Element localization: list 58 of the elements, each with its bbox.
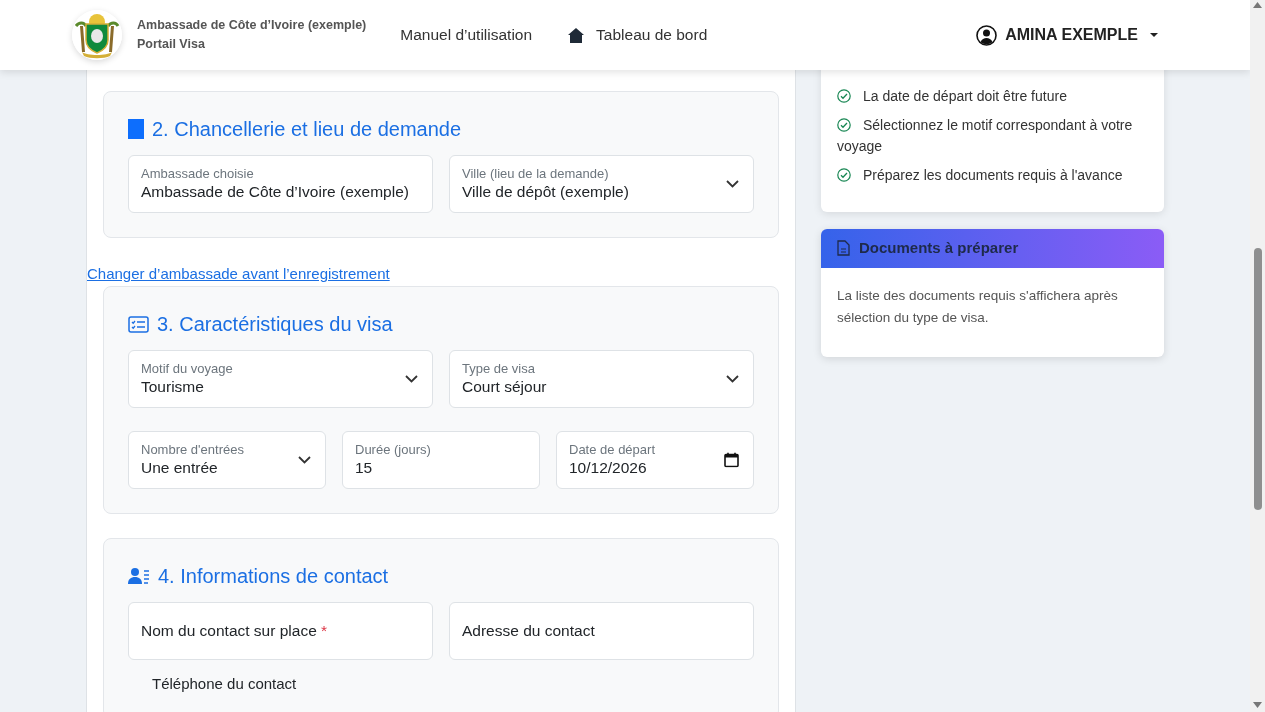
input-field[interactable]: Nom du contact sur place * bbox=[128, 602, 433, 660]
field-value: 15 bbox=[355, 458, 374, 478]
bookmark-icon bbox=[128, 119, 144, 139]
card-text: La liste des documents requis s'affichera après sélection du type de visa. bbox=[836, 286, 1119, 327]
user-avatar-icon bbox=[976, 24, 998, 46]
select-field[interactable]: Ville (lieu de la demande) Ville de dépôt (exemple) bbox=[449, 155, 754, 213]
check-circle-icon bbox=[837, 89, 851, 103]
brand-title[interactable]: Ambassade de Côte d’Ivoire (exemple) bbox=[137, 16, 367, 35]
check-circle-icon bbox=[837, 168, 851, 182]
card-list-icon bbox=[128, 315, 149, 333]
field-label: Durée (jours) bbox=[355, 442, 432, 458]
nav-link[interactable]: Tableau de bord bbox=[568, 23, 708, 47]
field-label: Téléphone du contact bbox=[152, 674, 298, 694]
section-title: 4. Informations de contact bbox=[158, 564, 389, 589]
field-value: Ambassade de Côte d’Ivoire (exemple) bbox=[141, 182, 410, 202]
tip-text: La date de départ doit être future bbox=[837, 86, 1148, 107]
select-field[interactable]: Type de visa Court séjour bbox=[449, 350, 754, 408]
coat-of-arms-drawing bbox=[72, 10, 122, 60]
user-menu[interactable]: AMINA EXEMPLE bbox=[976, 23, 1158, 47]
section-title: 2. Chancellerie et lieu de demande bbox=[152, 117, 462, 142]
date-field[interactable]: Date de départ 10/12/2026 bbox=[556, 431, 754, 489]
field-value: 10/12/2026 bbox=[569, 458, 648, 478]
select-field[interactable]: Nombre d'entrées Une entrée bbox=[128, 431, 326, 489]
scroll-up-icon[interactable] bbox=[1253, 2, 1262, 8]
scrollbar-thumb[interactable] bbox=[1254, 248, 1262, 510]
field-label: Motif du voyage bbox=[141, 361, 234, 377]
input-field[interactable]: Durée (jours) 15 bbox=[342, 431, 540, 489]
calendar-icon[interactable] bbox=[724, 452, 739, 468]
field-label: Nombre d'entrées bbox=[141, 442, 245, 458]
input-field[interactable]: Ambassade choisie Ambassade de Côte d’Ivoire (exemple) bbox=[128, 155, 433, 213]
input-field[interactable]: Adresse du contact bbox=[449, 602, 754, 660]
field-label: Type de visa bbox=[462, 361, 536, 377]
field-label: Date de départ bbox=[569, 442, 656, 458]
section-title: 3. Caractéristiques du visa bbox=[157, 312, 393, 337]
person-list-icon bbox=[128, 567, 150, 585]
field-label: Ville (lieu de la demande) bbox=[462, 166, 610, 182]
tip-text: Sélectionnez le motif correspondant à votre voyage bbox=[837, 116, 1134, 156]
field-label: Nom du contact sur place * bbox=[141, 621, 329, 642]
field-value: Court séjour bbox=[462, 377, 548, 397]
chevron-down-icon bbox=[405, 375, 418, 383]
nav-link[interactable]: Manuel d’utilisation bbox=[400, 23, 533, 47]
field-value: Ville de dépôt (exemple) bbox=[462, 182, 630, 202]
chevron-down-icon bbox=[726, 180, 739, 188]
brand-subtitle: Portail Visa bbox=[137, 36, 206, 53]
card-title: Documents à préparer bbox=[859, 238, 1019, 258]
field-label: Ambassade choisie bbox=[141, 166, 255, 182]
chevron-down-icon bbox=[298, 456, 311, 464]
check-circle-icon bbox=[837, 118, 851, 132]
scroll-down-icon[interactable] bbox=[1253, 702, 1262, 708]
field-label: Adresse du contact bbox=[462, 621, 596, 642]
change-embassy-link[interactable]: Changer d’ambassade avant l’enregistrement bbox=[87, 262, 390, 286]
tip-text: Préparez les documents requis à l'avance bbox=[837, 165, 1148, 186]
document-icon bbox=[837, 240, 850, 257]
home-icon bbox=[568, 27, 585, 43]
field-value: Tourisme bbox=[141, 377, 205, 397]
chevron-down-icon bbox=[726, 375, 739, 383]
field-value: Une entrée bbox=[141, 458, 219, 478]
select-field[interactable]: Motif du voyage Tourisme bbox=[128, 350, 433, 408]
